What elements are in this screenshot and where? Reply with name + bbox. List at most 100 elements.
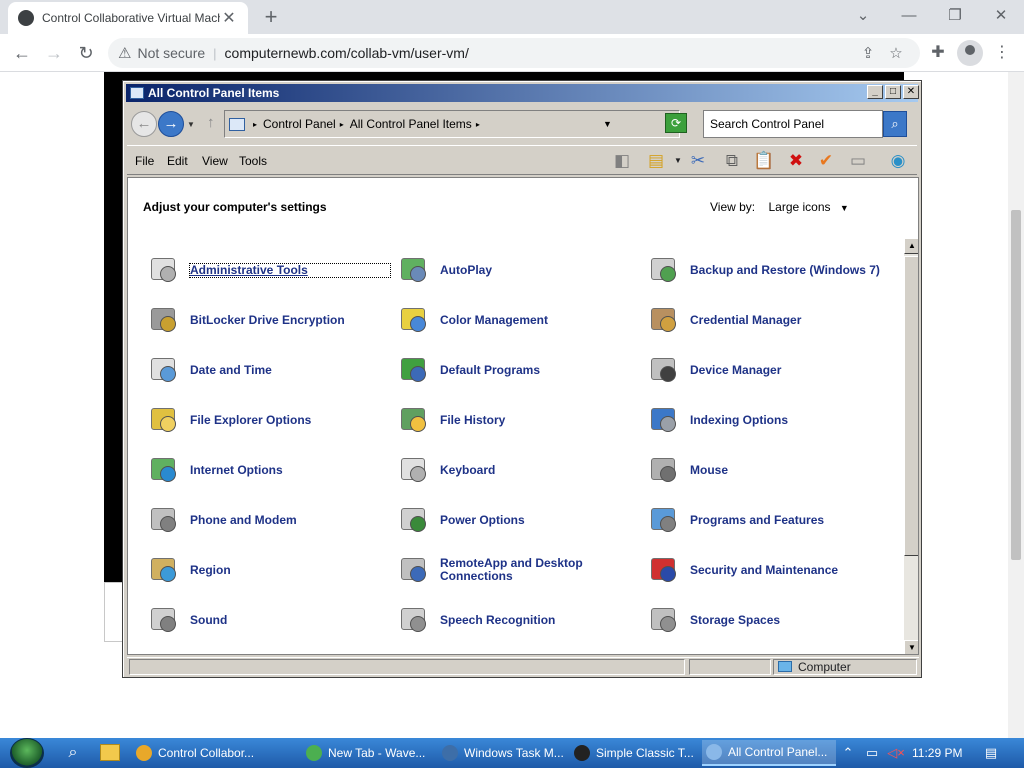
up-arrow-icon[interactable]: ↑ xyxy=(207,114,215,131)
file-explorer-icon[interactable] xyxy=(100,744,120,761)
copy-icon[interactable]: ⧉ xyxy=(721,151,743,171)
control-panel-item[interactable]: Default Programs xyxy=(398,354,640,386)
control-panel-item[interactable]: File History xyxy=(398,404,640,436)
control-panel-item[interactable]: Power Options xyxy=(398,504,640,536)
breadcrumb-arrow-icon[interactable]: ▸ xyxy=(476,120,480,129)
taskbar-task[interactable]: Windows Task M... xyxy=(438,740,564,766)
control-panel-item-label: Administrative Tools xyxy=(189,262,391,278)
content-scrollbar-thumb[interactable] xyxy=(904,256,918,556)
control-panel-item[interactable]: Indexing Options xyxy=(648,404,890,436)
menu-tools[interactable]: Tools xyxy=(239,154,267,168)
views-dropdown-icon[interactable]: ▼ xyxy=(667,151,689,171)
taskbar-task[interactable]: All Control Panel... xyxy=(702,740,836,766)
breadcrumb-control-panel[interactable]: Control Panel xyxy=(263,117,336,131)
browser-tab[interactable]: Control Collaborative Virtual Machine ✕ xyxy=(8,2,248,34)
control-panel-item[interactable]: Administrative Tools xyxy=(148,254,391,286)
control-panel-item[interactable]: AutoPlay xyxy=(398,254,640,286)
menu-file[interactable]: File xyxy=(135,154,154,168)
forward-button[interactable]: → xyxy=(40,39,68,67)
delete-icon[interactable]: ✖ xyxy=(785,151,807,171)
control-panel-item[interactable]: Date and Time xyxy=(148,354,390,386)
refresh-icon[interactable]: ⟳ xyxy=(665,113,687,133)
taskbar-search-icon[interactable]: ⌕ xyxy=(60,738,86,768)
restore-button[interactable]: ❐ xyxy=(932,4,978,28)
page-scrollbar-thumb[interactable] xyxy=(1011,210,1021,560)
minimize-button[interactable]: — xyxy=(886,4,932,28)
control-panel-item[interactable]: BitLocker Drive Encryption xyxy=(148,304,390,336)
control-panel-item[interactable]: Region xyxy=(148,554,390,586)
reload-button[interactable]: ↻ xyxy=(72,39,100,67)
control-panel-item[interactable]: File Explorer Options xyxy=(148,404,390,436)
rename-icon[interactable]: ▭ xyxy=(847,151,869,171)
control-panel-item[interactable]: RemoteApp and Desktop Connections xyxy=(398,554,640,586)
address-dropdown-icon[interactable]: ▼ xyxy=(603,119,612,129)
view-by-control[interactable]: View by: Large icons ▼ xyxy=(710,200,849,214)
recent-pages-dropdown-icon[interactable]: ▼ xyxy=(187,120,195,129)
content-scrollbar[interactable]: ▲ ▼ xyxy=(904,238,918,654)
search-icon[interactable]: ⌕ xyxy=(883,111,907,137)
network-icon[interactable]: ▭ xyxy=(862,738,882,768)
properties-check-icon[interactable]: ✔ xyxy=(815,151,837,171)
scroll-up-arrow-icon[interactable]: ▲ xyxy=(904,238,918,254)
breadcrumb-arrow-icon[interactable]: ▸ xyxy=(253,120,257,129)
nav-back-button[interactable]: ← xyxy=(131,111,157,137)
control-panel-item[interactable]: Keyboard xyxy=(398,454,640,486)
taskbar-task[interactable]: Simple Classic T... xyxy=(570,740,696,766)
view-by-value[interactable]: Large icons xyxy=(768,200,830,214)
breadcrumb-all-items[interactable]: All Control Panel Items xyxy=(350,117,472,131)
warning-icon: ⚠ xyxy=(118,45,132,62)
tray-expand-icon[interactable]: ⌃ xyxy=(838,738,858,768)
preview-pane-icon[interactable]: ◧ xyxy=(611,151,633,171)
vm-panel xyxy=(104,582,124,642)
page-scrollbar[interactable] xyxy=(1008,72,1024,738)
control-panel-item[interactable]: Speech Recognition xyxy=(398,604,640,636)
window-minimize-button[interactable]: _ xyxy=(867,85,883,99)
new-tab-button[interactable]: + xyxy=(258,4,284,30)
control-panel-item[interactable]: Backup and Restore (Windows 7) xyxy=(648,254,890,286)
share-icon[interactable]: ⇪ xyxy=(854,44,882,62)
nav-forward-button[interactable]: → xyxy=(158,111,184,137)
control-panel-item[interactable]: Credential Manager xyxy=(648,304,890,336)
control-panel-item[interactable]: Programs and Features xyxy=(648,504,890,536)
task-label: New Tab - Wave... xyxy=(328,746,426,760)
bookmark-star-icon[interactable]: ☆ xyxy=(882,44,910,62)
window-close-button[interactable]: ✕ xyxy=(903,85,919,99)
control-panel-item[interactable]: Internet Options xyxy=(148,454,390,486)
control-panel-item[interactable]: Phone and Modem xyxy=(148,504,390,536)
control-panel-item[interactable]: Mouse xyxy=(648,454,890,486)
navigation-bar: ← → ▼ ↑ ▸ Control Panel ▸ All Control Pa… xyxy=(127,105,917,143)
address-bar[interactable]: ⚠ Not secure | computernewb.com/collab-v… xyxy=(108,38,920,68)
menu-edit[interactable]: Edit xyxy=(167,154,188,168)
volume-muted-icon[interactable]: ◁× xyxy=(886,738,906,768)
menu-view[interactable]: View xyxy=(202,154,228,168)
close-tab-icon[interactable]: ✕ xyxy=(220,8,238,28)
start-button[interactable] xyxy=(10,738,44,768)
globe-icon[interactable]: ◉ xyxy=(887,151,909,171)
close-window-button[interactable]: ✕ xyxy=(978,4,1024,28)
control-panel-item[interactable]: Color Management xyxy=(398,304,640,336)
taskbar-task[interactable]: Control Collabor... xyxy=(132,740,296,766)
extensions-icon[interactable]: ✚ xyxy=(924,39,952,67)
profile-avatar[interactable] xyxy=(957,40,983,66)
paste-icon[interactable]: 📋 xyxy=(753,151,775,171)
control-panel-item[interactable]: Security and Maintenance xyxy=(648,554,890,586)
notifications-icon[interactable]: ▤ xyxy=(980,738,1002,768)
control-panel-item[interactable]: Sound xyxy=(148,604,390,636)
tab-search-icon[interactable]: ⌄ xyxy=(840,4,886,28)
control-panel-item-label: Default Programs xyxy=(440,362,541,377)
window-titlebar[interactable]: All Control Panel Items xyxy=(126,84,918,102)
scroll-down-arrow-icon[interactable]: ▼ xyxy=(904,640,918,654)
explorer-address-bar[interactable]: ▸ Control Panel ▸ All Control Panel Item… xyxy=(224,110,680,138)
control-panel-item[interactable]: Storage Spaces xyxy=(648,604,890,636)
taskbar-task[interactable]: New Tab - Wave... xyxy=(302,740,432,766)
menu-kebab-icon[interactable]: ⋮ xyxy=(988,39,1016,67)
cut-icon[interactable]: ✂ xyxy=(687,151,709,171)
search-control-panel-input[interactable]: Search Control Panel xyxy=(703,110,883,138)
taskbar-clock[interactable]: 11:29 PM xyxy=(912,738,962,768)
view-by-dropdown-icon[interactable]: ▼ xyxy=(840,203,849,213)
breadcrumb-arrow-icon[interactable]: ▸ xyxy=(340,120,344,129)
back-button[interactable]: ← xyxy=(8,39,36,67)
views-icon[interactable]: ▤ xyxy=(645,151,667,171)
window-maximize-button[interactable]: □ xyxy=(885,85,901,99)
control-panel-item[interactable]: Device Manager xyxy=(648,354,890,386)
